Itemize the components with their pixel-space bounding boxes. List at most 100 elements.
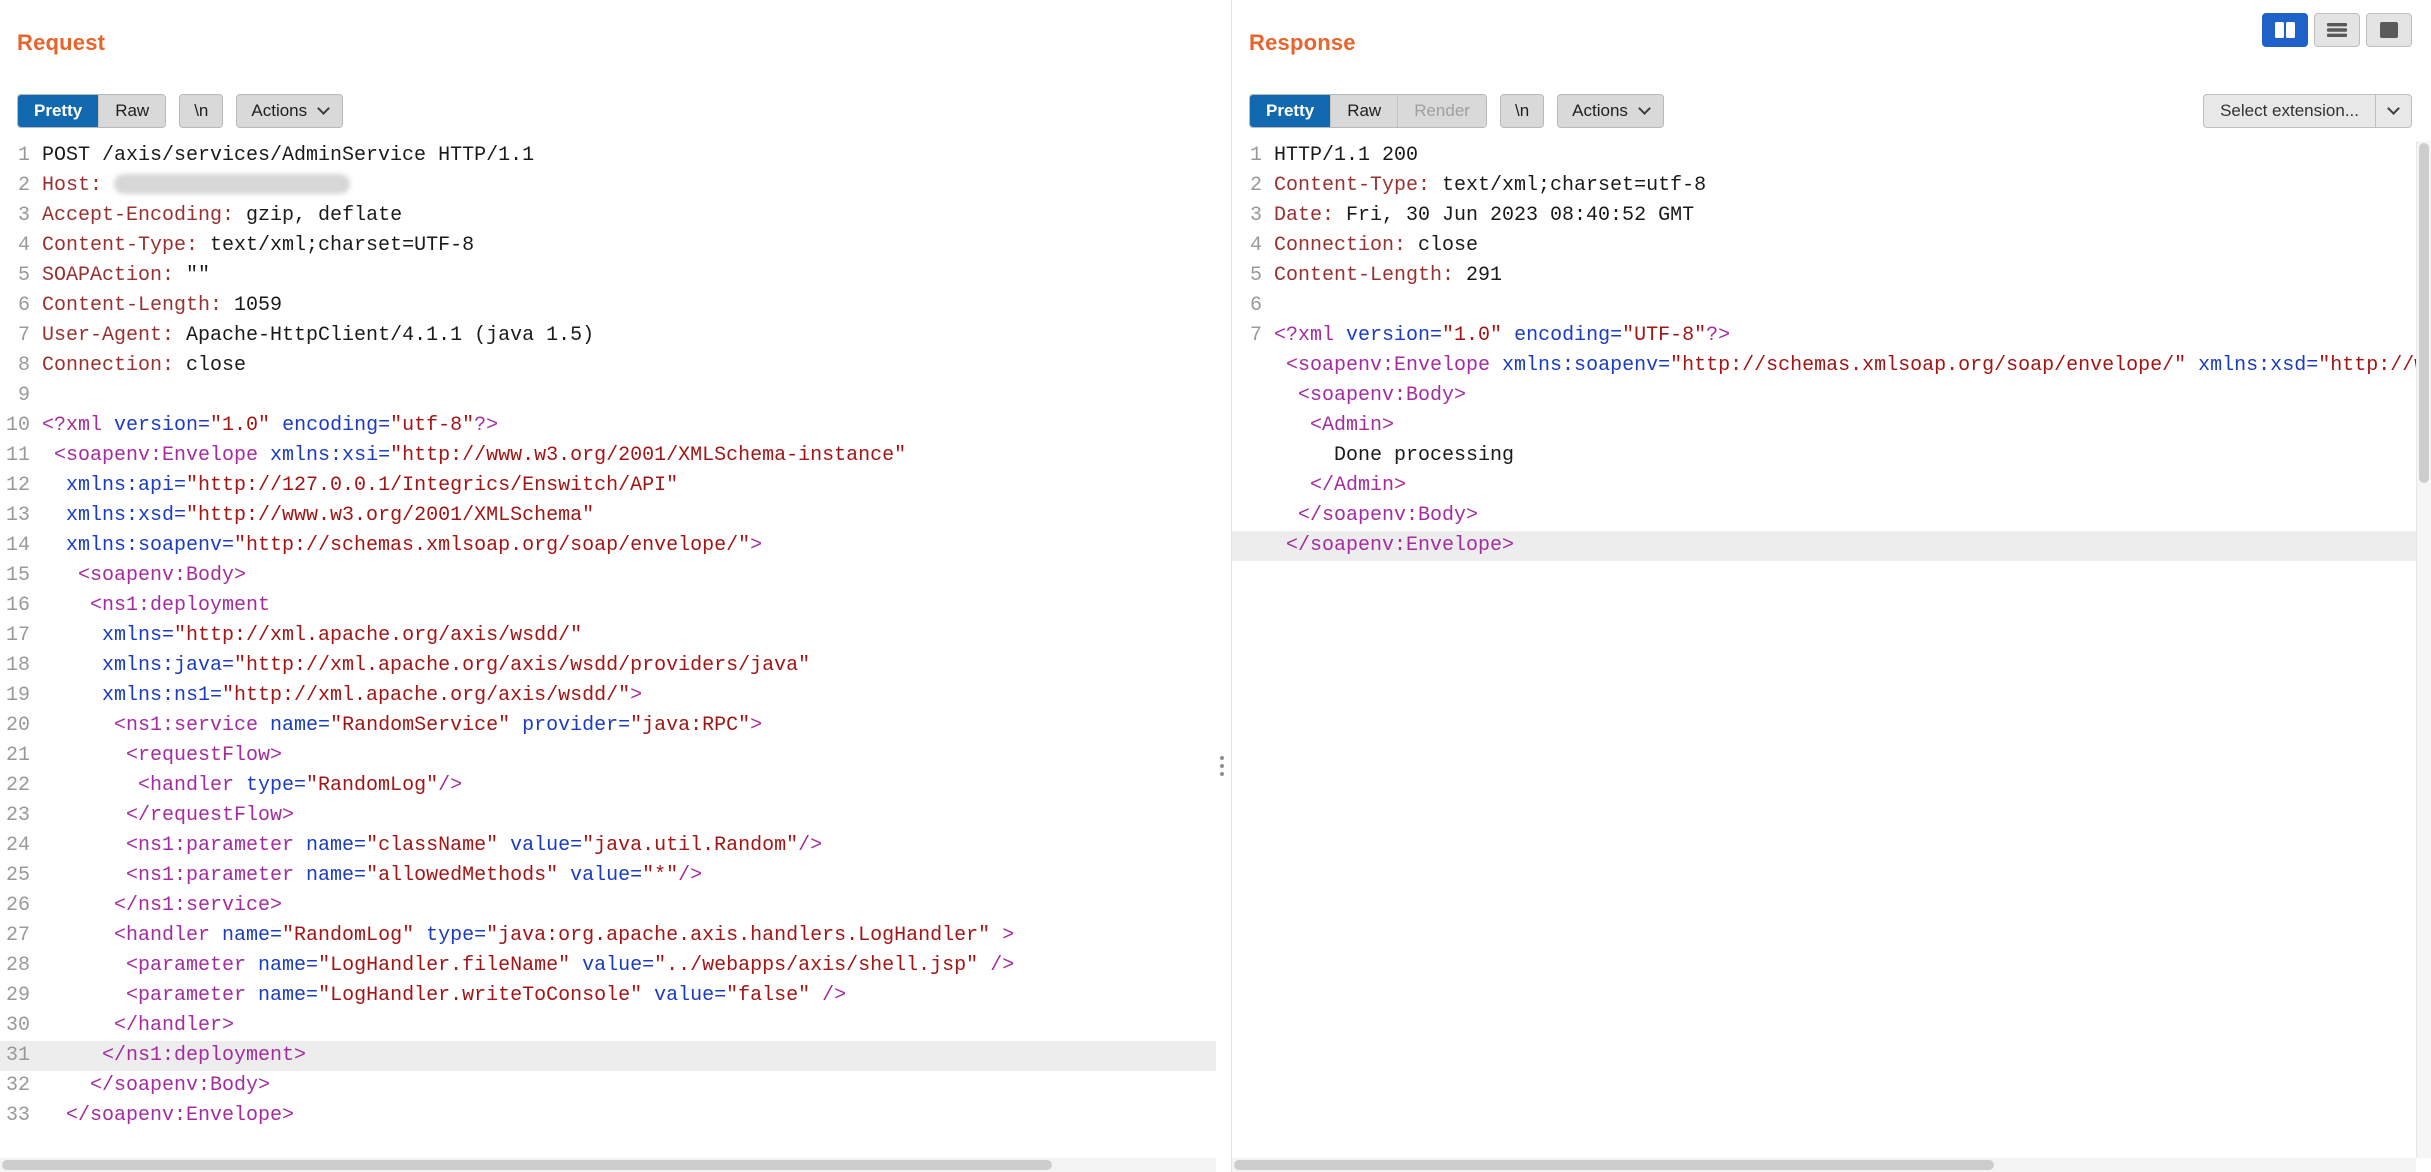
code-text: <parameter name="LogHandler.fileName" va… [42,951,1014,981]
code-line[interactable]: <soapenv:Body> [1232,381,2416,411]
code-line[interactable]: 16 <ns1:deployment [0,591,1216,621]
response-actions-button[interactable]: Actions [1557,94,1664,128]
line-number: 4 [0,231,36,261]
code-line[interactable]: </soapenv:Body> [1232,501,2416,531]
line-number: 7 [1232,321,1268,351]
code-text: </soapenv:Envelope> [42,1101,294,1131]
code-line[interactable]: 23 </requestFlow> [0,801,1216,831]
code-line[interactable]: 33 </soapenv:Envelope> [0,1101,1216,1131]
line-number: 5 [1232,261,1268,291]
code-line[interactable]: 17 xmlns="http://xml.apache.org/axis/wsd… [0,621,1216,651]
code-line[interactable]: 32 </soapenv:Body> [0,1071,1216,1101]
code-text: </requestFlow> [42,801,294,831]
code-line[interactable]: </Admin> [1232,471,2416,501]
line-number: 30 [0,1011,36,1041]
request-newline-toggle-button[interactable]: \n [179,94,223,128]
code-line[interactable]: 3Accept-Encoding: gzip, deflate [0,201,1216,231]
line-number: 14 [0,531,36,561]
line-number: 5 [0,261,36,291]
request-actions-button[interactable]: Actions [236,94,343,128]
request-editor[interactable]: 1POST /axis/services/AdminService HTTP/1… [0,141,1216,1158]
line-number: 2 [0,171,36,201]
code-line[interactable]: 10<?xml version="1.0" encoding="utf-8"?> [0,411,1216,441]
response-panel: Response [1231,0,2431,1172]
code-line[interactable]: 3Date: Fri, 30 Jun 2023 08:40:52 GMT [1232,201,2416,231]
code-line[interactable]: 28 <parameter name="LogHandler.fileName"… [0,951,1216,981]
line-number [1232,471,1268,501]
response-tab-pretty[interactable]: Pretty [1250,95,1330,127]
code-line[interactable]: 2Content-Type: text/xml;charset=utf-8 [1232,171,2416,201]
line-number: 3 [0,201,36,231]
code-line[interactable]: 30 </handler> [0,1011,1216,1041]
response-vertical-scrollbar[interactable] [2416,141,2431,1158]
select-extension-dropdown[interactable]: Select extension... [2203,94,2412,128]
chevron-down-icon [317,102,330,115]
code-line[interactable]: 18 xmlns:java="http://xml.apache.org/axi… [0,651,1216,681]
code-text: </ns1:service> [42,891,282,921]
scrollbar-thumb[interactable] [2419,143,2429,483]
code-line[interactable]: 26 </ns1:service> [0,891,1216,921]
code-line[interactable]: 22 <handler type="RandomLog"/> [0,771,1216,801]
code-text: xmlns:soapenv="http://schemas.xmlsoap.or… [42,531,762,561]
single-panel-layout-button[interactable] [2366,13,2412,47]
code-text: Host: [42,171,350,201]
code-text: Done processing [1274,441,1514,471]
code-line[interactable]: 1POST /axis/services/AdminService HTTP/1… [0,141,1216,171]
code-text: <ns1:parameter name="className" value="j… [42,831,822,861]
stacked-layout-button[interactable] [2314,13,2360,47]
code-line[interactable]: 12 xmlns:api="http://127.0.0.1/Integrics… [0,471,1216,501]
scrollbar-thumb[interactable] [2,1160,1052,1170]
request-horizontal-scrollbar[interactable] [0,1158,1216,1172]
code-line[interactable]: Done processing [1232,441,2416,471]
code-text: </soapenv:Body> [42,1071,270,1101]
code-text: <Admin> [1274,411,1394,441]
response-tab-render[interactable]: Render [1397,95,1486,127]
code-line[interactable]: 27 <handler name="RandomLog" type="java:… [0,921,1216,951]
code-line[interactable]: 29 <parameter name="LogHandler.writeToCo… [0,981,1216,1011]
code-text: </handler> [42,1011,234,1041]
response-newline-toggle-button[interactable]: \n [1500,94,1544,128]
line-number: 28 [0,951,36,981]
code-line[interactable]: 31 </ns1:deployment> [0,1041,1216,1071]
line-number: 19 [0,681,36,711]
code-line[interactable]: 4Connection: close [1232,231,2416,261]
code-line[interactable]: 5SOAPAction: "" [0,261,1216,291]
code-line[interactable]: 24 <ns1:parameter name="className" value… [0,831,1216,861]
line-number: 11 [0,441,36,471]
code-line[interactable]: 21 <requestFlow> [0,741,1216,771]
response-editor[interactable]: 1HTTP/1.1 2002Content-Type: text/xml;cha… [1232,141,2416,1158]
response-horizontal-scrollbar[interactable] [1232,1158,2416,1172]
code-text: User-Agent: Apache-HttpClient/4.1.1 (jav… [42,321,594,351]
code-line[interactable]: 7<?xml version="1.0" encoding="UTF-8"?> [1232,321,2416,351]
select-extension-chevron[interactable] [2375,95,2411,127]
code-line[interactable]: 6 [1232,291,2416,321]
code-line[interactable]: 2Host: [0,171,1216,201]
scrollbar-thumb[interactable] [1234,1160,1994,1170]
code-text: <parameter name="LogHandler.writeToConso… [42,981,846,1011]
side-by-side-layout-button[interactable] [2262,13,2308,47]
line-number: 13 [0,501,36,531]
line-number: 9 [0,381,36,411]
code-line[interactable]: <Admin> [1232,411,2416,441]
code-line[interactable]: 19 xmlns:ns1="http://xml.apache.org/axis… [0,681,1216,711]
code-line[interactable]: 14 xmlns:soapenv="http://schemas.xmlsoap… [0,531,1216,561]
response-tab-raw[interactable]: Raw [1330,95,1397,127]
code-line[interactable]: 5Content-Length: 291 [1232,261,2416,291]
code-line[interactable]: 15 <soapenv:Body> [0,561,1216,591]
code-line[interactable]: 25 <ns1:parameter name="allowedMethods" … [0,861,1216,891]
request-tab-pretty[interactable]: Pretty [18,95,98,127]
code-line[interactable]: 7User-Agent: Apache-HttpClient/4.1.1 (ja… [0,321,1216,351]
code-line[interactable]: 9 [0,381,1216,411]
line-number: 32 [0,1071,36,1101]
code-line[interactable]: </soapenv:Envelope> [1232,531,2416,561]
code-line[interactable]: 6Content-Length: 1059 [0,291,1216,321]
code-line[interactable]: 4Content-Type: text/xml;charset=UTF-8 [0,231,1216,261]
code-line[interactable]: 11 <soapenv:Envelope xmlns:xsi="http://w… [0,441,1216,471]
panel-splitter[interactable] [1216,0,1231,1172]
code-line[interactable]: 8Connection: close [0,351,1216,381]
code-line[interactable]: 13 xmlns:xsd="http://www.w3.org/2001/XML… [0,501,1216,531]
code-line[interactable]: 1HTTP/1.1 200 [1232,141,2416,171]
code-line[interactable]: <soapenv:Envelope xmlns:soapenv="http://… [1232,351,2416,381]
request-tab-raw[interactable]: Raw [98,95,165,127]
code-line[interactable]: 20 <ns1:service name="RandomService" pro… [0,711,1216,741]
